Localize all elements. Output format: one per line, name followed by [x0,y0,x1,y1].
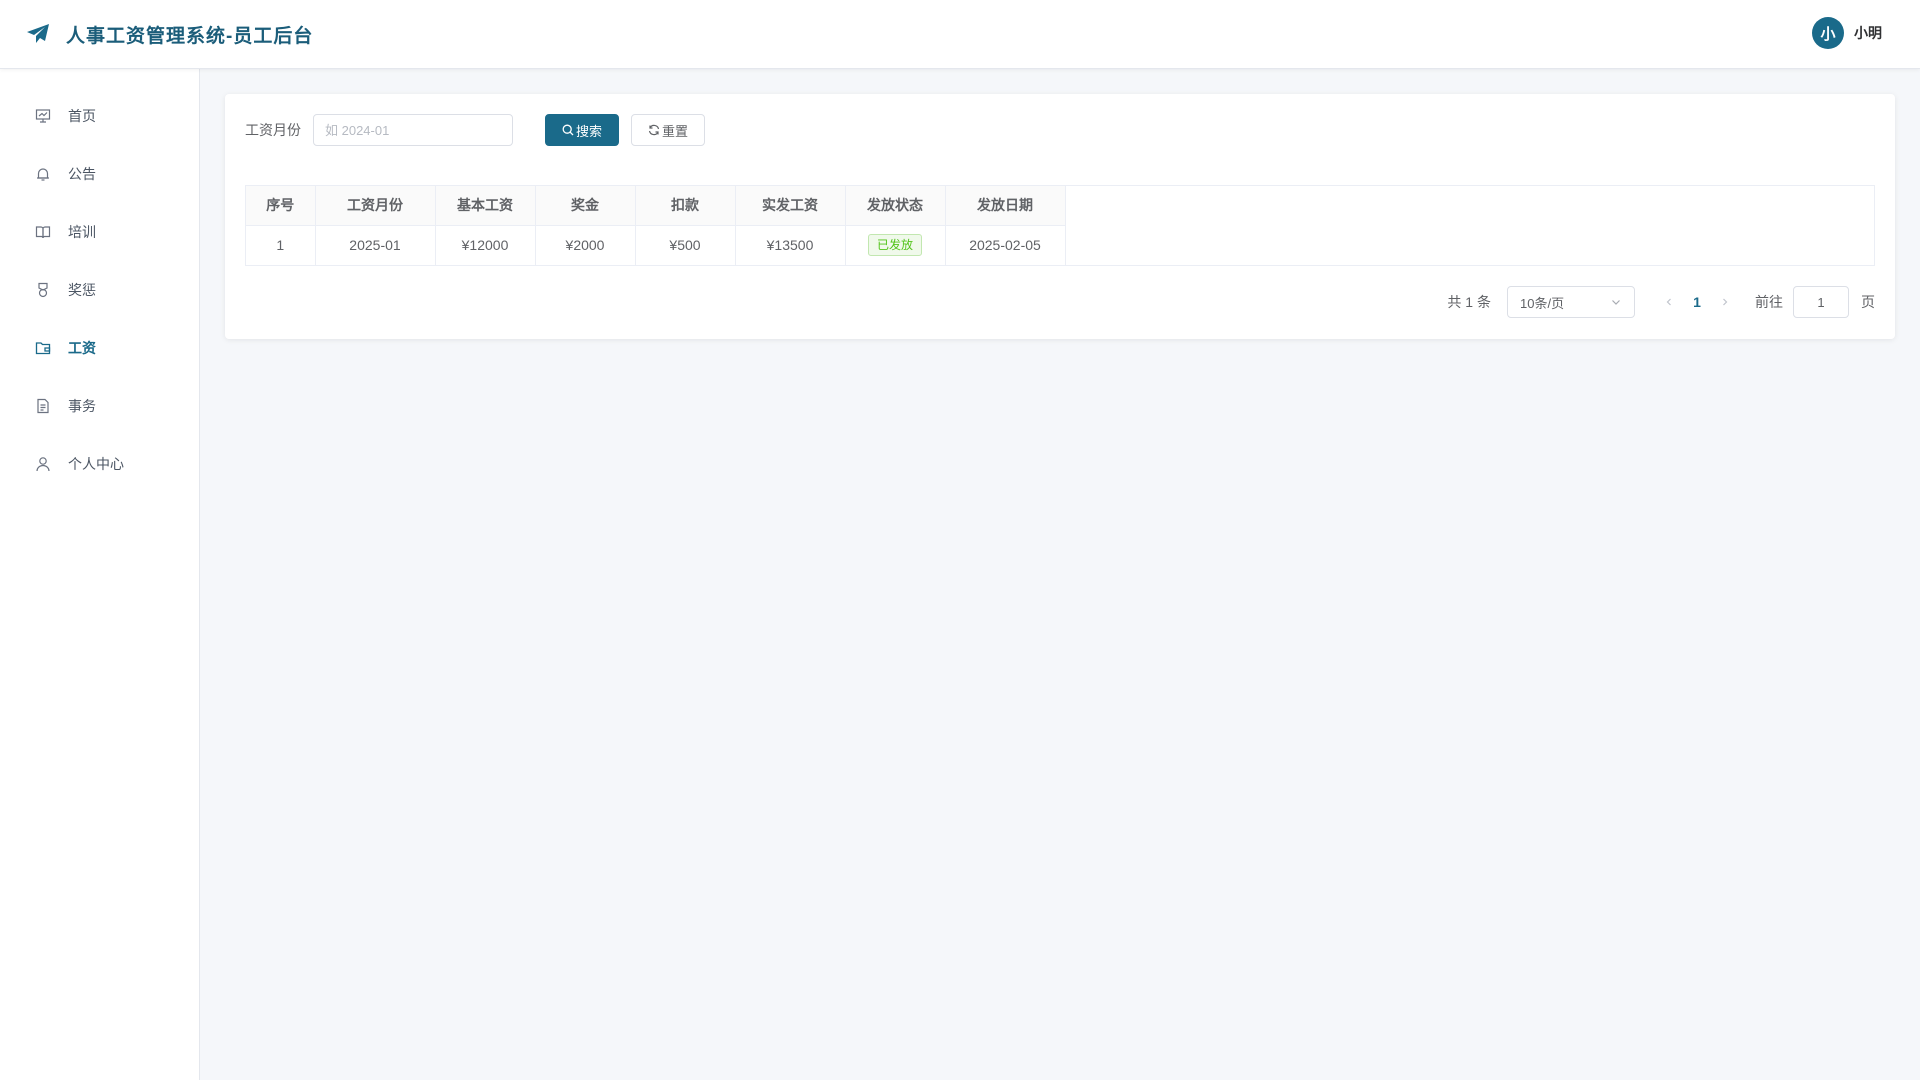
avatar[interactable]: 小 [1812,17,1844,49]
page-size-value: 10条/页 [1520,295,1565,311]
salary-month-input[interactable] [313,114,513,146]
next-page-button[interactable] [1713,286,1737,318]
page-size-select[interactable]: 10条/页 [1507,286,1635,318]
sidebar-item-salary[interactable]: 工资 [0,319,199,377]
sidebar-item-home[interactable]: 首页 [0,87,199,145]
app-title: 人事工资管理系统-员工后台 [66,25,314,47]
user-icon [34,455,52,473]
column-header: 奖金 [535,186,636,226]
sidebar-item-label: 奖惩 [68,282,96,298]
pagination-total: 共 1 条 [1447,294,1491,310]
cell-bonus: ¥2000 [535,225,636,265]
wallet-folder-icon [34,339,52,357]
sidebar-item-rewards[interactable]: 奖惩 [0,261,199,319]
column-header: 发放状态 [845,186,946,226]
page-number[interactable]: 1 [1681,294,1713,310]
goto-label: 前往 [1755,294,1783,310]
sidebar-item-label: 事务 [68,398,96,414]
chevron-right-icon [1720,297,1730,307]
column-header: 实发工资 [735,186,846,226]
paper-plane-icon [26,22,50,46]
search-button-label: 搜索 [575,123,602,139]
top-header: 人事工资管理系统-员工后台 小 小明 [0,0,1920,69]
column-header: 基本工资 [435,186,536,226]
username[interactable]: 小明 [1854,23,1882,43]
table-header-row: 序号 工资月份 基本工资 奖金 扣款 实发工资 发放状态 发放日期 [246,186,1066,226]
column-header: 发放日期 [945,186,1066,226]
cell-month: 2025-01 [315,225,436,265]
prev-page-button[interactable] [1657,286,1681,318]
table-row: 1 2025-01 ¥12000 ¥2000 ¥500 ¥13500 已发放 2… [246,225,1066,265]
sidebar-item-profile[interactable]: 个人中心 [0,435,199,493]
sidebar-item-label: 培训 [68,224,96,240]
sidebar-item-training[interactable]: 培训 [0,203,199,261]
sidebar-item-announcement[interactable]: 公告 [0,145,199,203]
cell-net-salary: ¥13500 [735,225,846,265]
search-icon [562,124,576,136]
salary-card: 工资月份 搜索 重置 序号 工资月份 基本工资 奖金 扣款 [225,94,1895,339]
search-button[interactable]: 搜索 [545,114,619,146]
bell-icon [34,165,52,183]
page-unit-label: 页 [1861,294,1875,310]
sidebar: 首页 公告 培训 奖惩 工资 事务 个人中心 [0,69,200,1080]
reset-button-label: 重置 [661,123,688,139]
medal-icon [34,281,52,299]
salary-month-label: 工资月份 [245,122,301,138]
chevron-down-icon [1610,296,1622,308]
reset-button[interactable]: 重置 [631,114,705,146]
sidebar-item-label: 公告 [68,166,96,182]
book-icon [34,223,52,241]
salary-table: 序号 工资月份 基本工资 奖金 扣款 实发工资 发放状态 发放日期 1 2025… [245,185,1875,266]
status-badge: 已发放 [867,234,922,257]
column-header: 工资月份 [315,186,436,226]
cell-index: 1 [246,225,316,265]
sidebar-item-affairs[interactable]: 事务 [0,377,199,435]
sidebar-item-label: 首页 [68,108,96,124]
user-menu[interactable]: 小 小明 [1812,17,1882,49]
cell-pay-date: 2025-02-05 [945,225,1066,265]
sidebar-item-label: 个人中心 [68,456,124,472]
chevron-left-icon [1664,297,1674,307]
presentation-icon [34,107,52,125]
cell-base-salary: ¥12000 [435,225,536,265]
cell-deduction: ¥500 [635,225,736,265]
sidebar-item-label: 工资 [68,340,96,356]
search-bar: 工资月份 搜索 重置 [245,114,705,146]
goto-page-input[interactable] [1793,286,1849,318]
pagination: 共 1 条 10条/页 1 前往 页 [1447,286,1875,318]
column-header: 扣款 [635,186,736,226]
cell-status: 已发放 [845,225,946,265]
document-icon [34,397,52,415]
column-header: 序号 [246,186,316,226]
refresh-icon [648,124,662,136]
